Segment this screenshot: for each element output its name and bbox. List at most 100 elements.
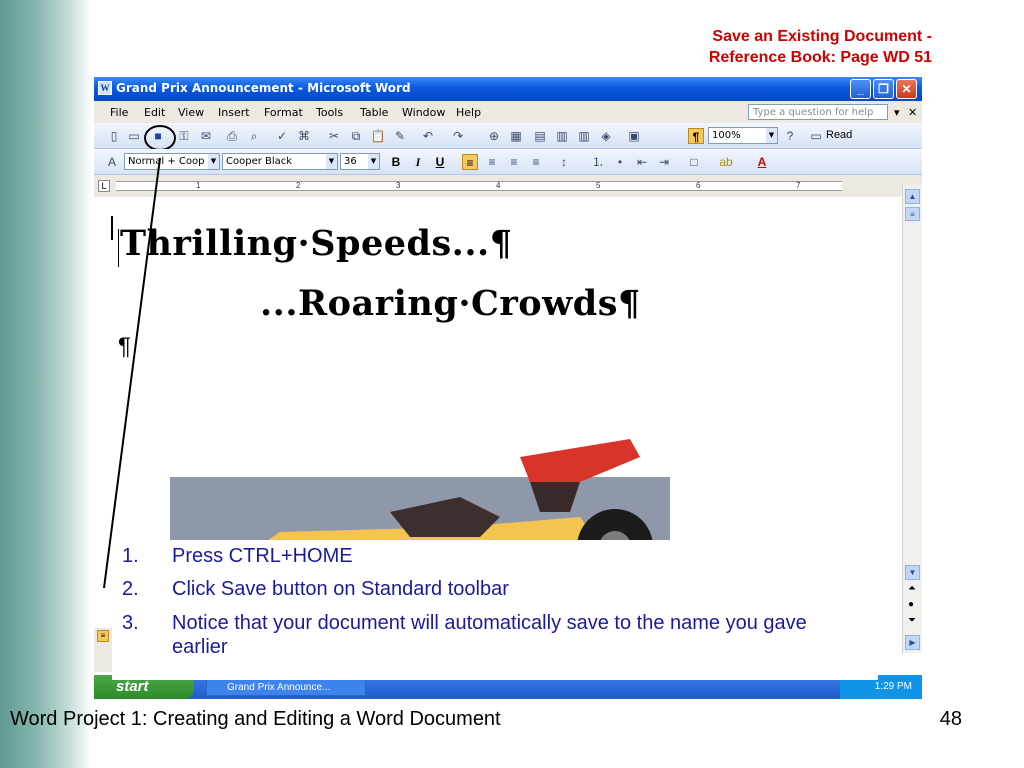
step-number: 1. bbox=[122, 545, 139, 567]
scroll-right-icon[interactable]: ▶ bbox=[905, 635, 920, 650]
spelling-icon[interactable]: ✓ bbox=[274, 128, 290, 144]
scroll-down-icon[interactable]: ▼ bbox=[905, 565, 920, 580]
menu-window[interactable]: Window bbox=[402, 106, 445, 119]
read-icon[interactable]: ▭ bbox=[808, 128, 824, 144]
decrease-indent-icon[interactable]: ⇤ bbox=[634, 154, 650, 170]
tab-selector-icon[interactable]: L bbox=[98, 180, 110, 192]
font-dropdown-icon[interactable]: ▼ bbox=[326, 154, 337, 169]
justify-icon[interactable]: ≡ bbox=[528, 154, 544, 170]
bullets-icon[interactable]: • bbox=[612, 154, 628, 170]
formatting-toolbar: A Normal + Coop ▼ Cooper Black ▼ 36 ▼ B I U… bbox=[94, 149, 922, 175]
close-button[interactable]: ✕ bbox=[896, 79, 917, 99]
numbering-icon[interactable]: ⒈ bbox=[590, 154, 606, 170]
align-left-icon[interactable]: ≡ bbox=[462, 154, 478, 170]
italic-button[interactable]: I bbox=[410, 154, 426, 170]
open-folder-icon[interactable]: ▭ bbox=[126, 128, 142, 144]
title-bar: W Grand Prix Announcement - Microsoft Wo… bbox=[94, 77, 922, 101]
save-highlight-circle bbox=[144, 125, 176, 151]
instruction-steps: 1. Press CTRL+HOME 2. Click Save button … bbox=[112, 540, 878, 680]
border-icon[interactable]: □ bbox=[686, 154, 702, 170]
columns-icon[interactable]: ▥ bbox=[576, 128, 592, 144]
close-doc-icon[interactable]: ✕ bbox=[908, 106, 917, 119]
menu-table[interactable]: Table bbox=[360, 106, 388, 119]
insert-table-icon[interactable]: ▤ bbox=[532, 128, 548, 144]
scroll-up-icon[interactable]: ▲ bbox=[905, 189, 920, 204]
step-number: 2. bbox=[122, 578, 139, 600]
redo-icon[interactable]: ↷ bbox=[450, 128, 466, 144]
highlight-icon[interactable]: ab bbox=[718, 154, 734, 170]
research-icon[interactable]: ⌘ bbox=[296, 128, 312, 144]
scroll-thumb[interactable]: ≡ bbox=[905, 207, 920, 221]
ruler-mark-5: 5 bbox=[596, 181, 601, 190]
read-button-label[interactable]: Read bbox=[826, 129, 852, 141]
menu-view[interactable]: View bbox=[178, 106, 204, 119]
menu-edit[interactable]: Edit bbox=[144, 106, 165, 119]
increase-indent-icon[interactable]: ⇥ bbox=[656, 154, 672, 170]
zoom-select[interactable]: 100% ▼ bbox=[708, 127, 778, 144]
menu-insert[interactable]: Insert bbox=[218, 106, 250, 119]
step-text: Notice that your document will automatic… bbox=[172, 612, 807, 658]
hyperlink-icon[interactable]: ⊕ bbox=[486, 128, 502, 144]
format-painter-icon[interactable]: ✎ bbox=[392, 128, 408, 144]
styles-formatting-icon[interactable]: A bbox=[104, 154, 120, 170]
slide-title: Save an Existing Document - Reference Bo… bbox=[708, 28, 932, 66]
menu-format[interactable]: Format bbox=[264, 106, 303, 119]
style-select[interactable]: Normal + Coop ▼ bbox=[124, 153, 220, 170]
copy-icon[interactable]: ⧉ bbox=[348, 128, 364, 144]
font-size-select[interactable]: 36 ▼ bbox=[340, 153, 380, 170]
menu-file[interactable]: File bbox=[110, 106, 128, 119]
underline-button[interactable]: U bbox=[432, 154, 448, 170]
help-icon[interactable]: ? bbox=[782, 128, 798, 144]
document-map-icon[interactable]: ▣ bbox=[626, 128, 642, 144]
style-dropdown-icon[interactable]: ▼ bbox=[208, 154, 219, 169]
menu-tools[interactable]: Tools bbox=[316, 106, 343, 119]
ruler-mark-7: 7 bbox=[796, 181, 801, 190]
bold-button[interactable]: B bbox=[388, 154, 404, 170]
drawing-icon[interactable]: ◈ bbox=[598, 128, 614, 144]
view-buttons[interactable]: ≡ bbox=[94, 628, 112, 672]
step-number: 3. bbox=[122, 612, 139, 634]
select-browse-object-icon[interactable]: ● bbox=[908, 599, 914, 610]
print-icon[interactable]: ⎙ bbox=[224, 128, 240, 144]
help-search-input[interactable]: Type a question for help bbox=[748, 104, 888, 120]
heading-line-2: ...Roaring·Crowds¶ bbox=[260, 283, 641, 324]
email-icon[interactable]: ✉ bbox=[198, 128, 214, 144]
ruler-strip: 1 2 3 4 5 6 7 bbox=[116, 181, 842, 191]
next-page-icon[interactable]: ⏷ bbox=[908, 615, 916, 626]
menu-bar: File Edit View Insert Format Tools Table… bbox=[94, 101, 922, 123]
line-spacing-icon[interactable]: ↕ bbox=[556, 154, 572, 170]
step-text: Press CTRL+HOME bbox=[172, 545, 353, 567]
paste-icon[interactable]: 📋 bbox=[370, 128, 386, 144]
ruler-mark-2: 2 bbox=[296, 181, 301, 190]
previous-page-icon[interactable]: ⏶ bbox=[908, 583, 916, 594]
new-document-icon[interactable]: ▯ bbox=[106, 128, 122, 144]
permission-icon[interactable]: ⚿ bbox=[176, 128, 192, 144]
menu-help[interactable]: Help bbox=[456, 106, 481, 119]
undo-icon[interactable]: ↶ bbox=[420, 128, 436, 144]
help-dropdown-icon[interactable]: ▾ bbox=[894, 106, 900, 119]
align-center-icon[interactable]: ≡ bbox=[484, 154, 500, 170]
horizontal-ruler[interactable]: L 1 2 3 4 5 6 7 bbox=[94, 175, 922, 197]
print-preview-icon[interactable]: ⌕ bbox=[246, 128, 262, 144]
step-text: Click Save button on Standard toolbar bbox=[172, 578, 509, 600]
slide-page-number: 48 bbox=[939, 708, 962, 730]
show-hide-icon[interactable]: ¶ bbox=[688, 128, 704, 144]
vertical-scrollbar[interactable]: ▲ ≡ ▼ ⏶ ● ⏷ ▶ bbox=[902, 185, 922, 653]
restore-button[interactable]: ❐ bbox=[873, 79, 894, 99]
paragraph-mark: ¶ bbox=[118, 333, 131, 360]
ruler-mark-4: 4 bbox=[496, 181, 501, 190]
font-color-icon[interactable]: A bbox=[754, 154, 770, 170]
align-right-icon[interactable]: ≡ bbox=[506, 154, 522, 170]
zoom-dropdown-icon[interactable]: ▼ bbox=[766, 128, 777, 143]
font-select[interactable]: Cooper Black ▼ bbox=[222, 153, 338, 170]
tables-borders-icon[interactable]: ▦ bbox=[508, 128, 524, 144]
minimize-button[interactable]: _ bbox=[850, 79, 871, 99]
normal-view-icon[interactable]: ≡ bbox=[97, 630, 109, 642]
cut-icon[interactable]: ✂ bbox=[326, 128, 342, 144]
taskbar-word-item[interactable]: Grand Prix Announce... bbox=[206, 678, 366, 696]
ruler-mark-1: 1 bbox=[196, 181, 201, 190]
size-dropdown-icon[interactable]: ▼ bbox=[368, 154, 379, 169]
window-title: Grand Prix Announcement - Microsoft Word bbox=[116, 81, 411, 95]
insert-excel-icon[interactable]: ▥ bbox=[554, 128, 570, 144]
heading-line-1: Thrilling·Speeds...¶ bbox=[120, 223, 513, 264]
